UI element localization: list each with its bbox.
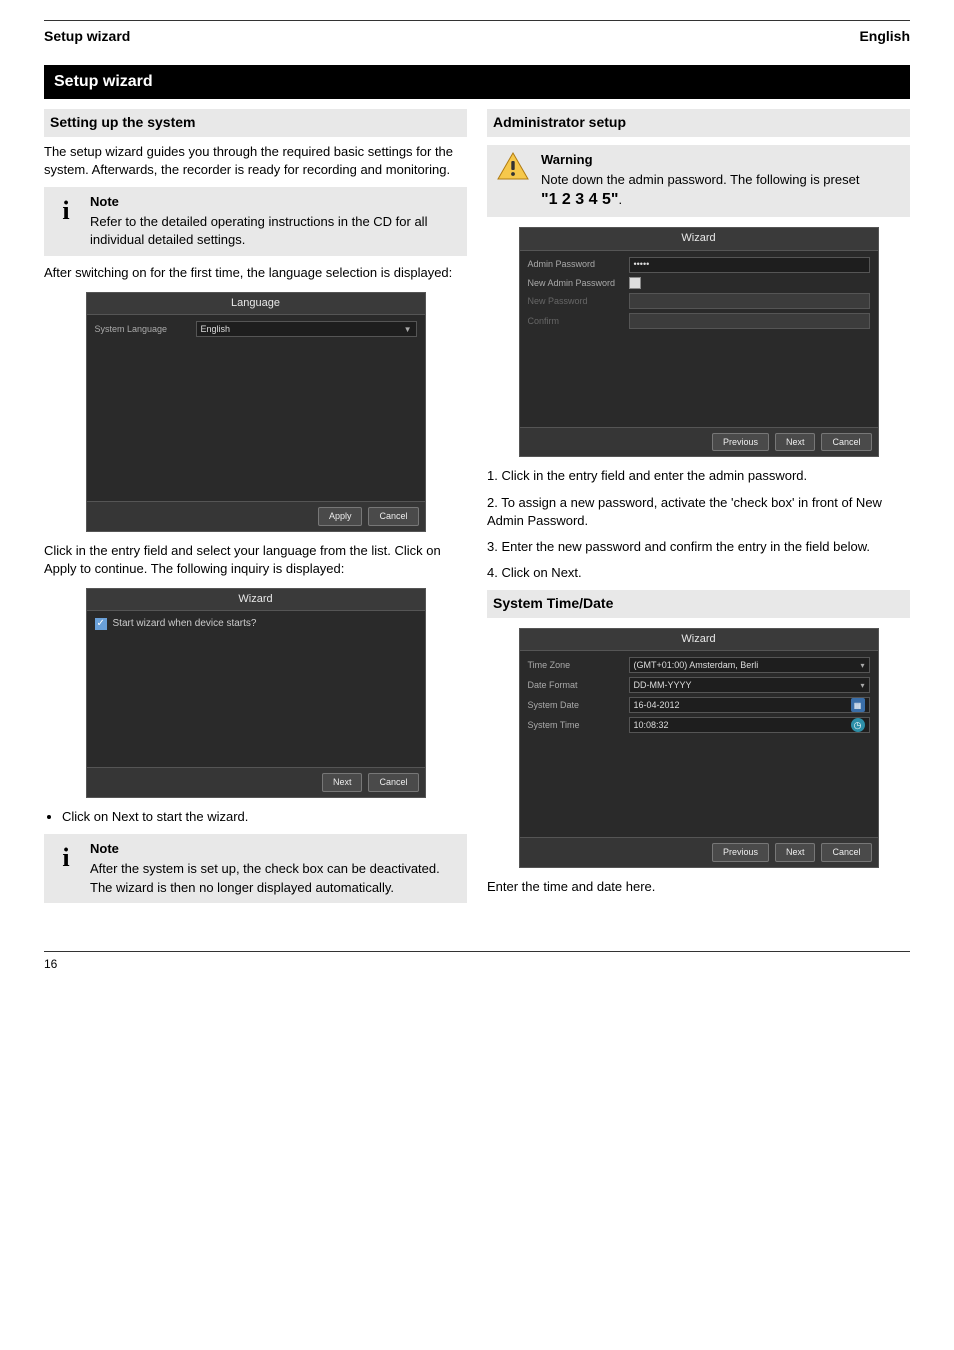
chevron-down-icon: ▼	[404, 324, 412, 335]
bullet-click-next: Click on Next to start the wizard.	[62, 808, 467, 826]
label-system-time: System Time	[528, 719, 623, 732]
note-body: After the system is set up, the check bo…	[90, 860, 461, 896]
language-value: English	[201, 323, 231, 336]
calendar-icon[interactable]: ▦	[851, 698, 865, 712]
cancel-button[interactable]: Cancel	[821, 843, 871, 862]
admin-step-4: 4. Click on Next.	[487, 564, 910, 582]
subhead-time-date: System Time/Date	[487, 590, 910, 618]
admin-step-1: 1. Click in the entry field and enter th…	[487, 467, 910, 485]
dialog-title: Language	[87, 293, 425, 315]
warning-heading: Warning	[541, 151, 859, 169]
chevron-down-icon: ▾	[860, 680, 864, 691]
section-title: Setup wizard	[44, 65, 910, 99]
admin-step-3: 3. Enter the new password and confirm th…	[487, 538, 910, 556]
time-zone-dropdown[interactable]: (GMT+01:00) Amsterdam, Berli ▾	[629, 657, 870, 673]
new-password-field[interactable]	[629, 293, 870, 309]
system-date-field[interactable]: 16-04-2012 ▦	[629, 697, 870, 713]
confirm-password-field[interactable]	[629, 313, 870, 329]
previous-button[interactable]: Previous	[712, 433, 769, 452]
time-date-instruction: Enter the time and date here.	[487, 878, 910, 896]
warning-icon	[493, 151, 533, 181]
wizard-start-dialog: Wizard ✓ Start wizard when device starts…	[86, 588, 426, 798]
note-box-2: i Note After the system is set up, the c…	[44, 834, 467, 903]
chevron-down-icon: ▾	[860, 660, 864, 671]
system-time-field[interactable]: 10:08:32 ◷	[629, 717, 870, 733]
next-button[interactable]: Next	[775, 433, 816, 452]
info-icon: i	[50, 193, 82, 229]
bullet-lang-instruction: Click in the entry field and select your…	[44, 542, 467, 578]
clock-icon[interactable]: ◷	[851, 718, 865, 732]
note-box-1: i Note Refer to the detailed operating i…	[44, 187, 467, 256]
note-heading: Note	[90, 193, 461, 211]
intro-paragraph: The setup wizard guides you through the …	[44, 143, 467, 179]
next-button[interactable]: Next	[775, 843, 816, 862]
cancel-button[interactable]: Cancel	[368, 773, 418, 792]
info-icon: i	[50, 840, 82, 876]
start-wizard-checkbox[interactable]: ✓	[95, 618, 107, 630]
admin-step-2: 2. To assign a new password, activate th…	[487, 494, 910, 530]
next-button[interactable]: Next	[322, 773, 363, 792]
note-body: Refer to the detailed operating instruct…	[90, 213, 461, 249]
dialog-title: Wizard	[520, 228, 878, 250]
label-system-language: System Language	[95, 323, 190, 336]
label-confirm: Confirm	[528, 315, 623, 328]
date-format-dropdown[interactable]: DD-MM-YYYY ▾	[629, 677, 870, 693]
page-number: 16	[44, 956, 57, 973]
previous-button[interactable]: Previous	[712, 843, 769, 862]
cancel-button[interactable]: Cancel	[821, 433, 871, 452]
start-wizard-label: Start wizard when device starts?	[113, 617, 257, 631]
label-new-admin-password: New Admin Password	[528, 277, 623, 290]
warning-box: Warning Note down the admin password. Th…	[487, 145, 910, 218]
language-dropdown[interactable]: English ▼	[196, 321, 417, 337]
label-new-password: New Password	[528, 295, 623, 308]
language-dialog: Language System Language English ▼ Apply…	[86, 292, 426, 532]
dialog-title: Wizard	[520, 629, 878, 651]
admin-password-dialog: Wizard Admin Password ••••• New Admin Pa…	[519, 227, 879, 457]
subhead-admin-setup: Administrator setup	[487, 109, 910, 137]
new-admin-password-checkbox[interactable]	[629, 277, 641, 289]
cancel-button[interactable]: Cancel	[368, 507, 418, 526]
dialog-title: Wizard	[87, 589, 425, 611]
label-admin-password: Admin Password	[528, 258, 623, 271]
note-heading: Note	[90, 840, 461, 858]
label-date-format: Date Format	[528, 679, 623, 692]
time-date-dialog: Wizard Time Zone (GMT+01:00) Amsterdam, …	[519, 628, 879, 868]
label-system-date: System Date	[528, 699, 623, 712]
page-header-right: English	[859, 27, 910, 47]
warning-body: Note down the admin password. The follow…	[541, 171, 859, 212]
para-after-note: After switching on for the first time, t…	[44, 264, 467, 282]
label-time-zone: Time Zone	[528, 659, 623, 672]
apply-button[interactable]: Apply	[318, 507, 363, 526]
page-header-left: Setup wizard	[44, 27, 130, 47]
default-password: "1 2 3 4 5"	[541, 191, 618, 208]
admin-password-field[interactable]: •••••	[629, 257, 870, 273]
subhead-setup-system: Setting up the system	[44, 109, 467, 137]
